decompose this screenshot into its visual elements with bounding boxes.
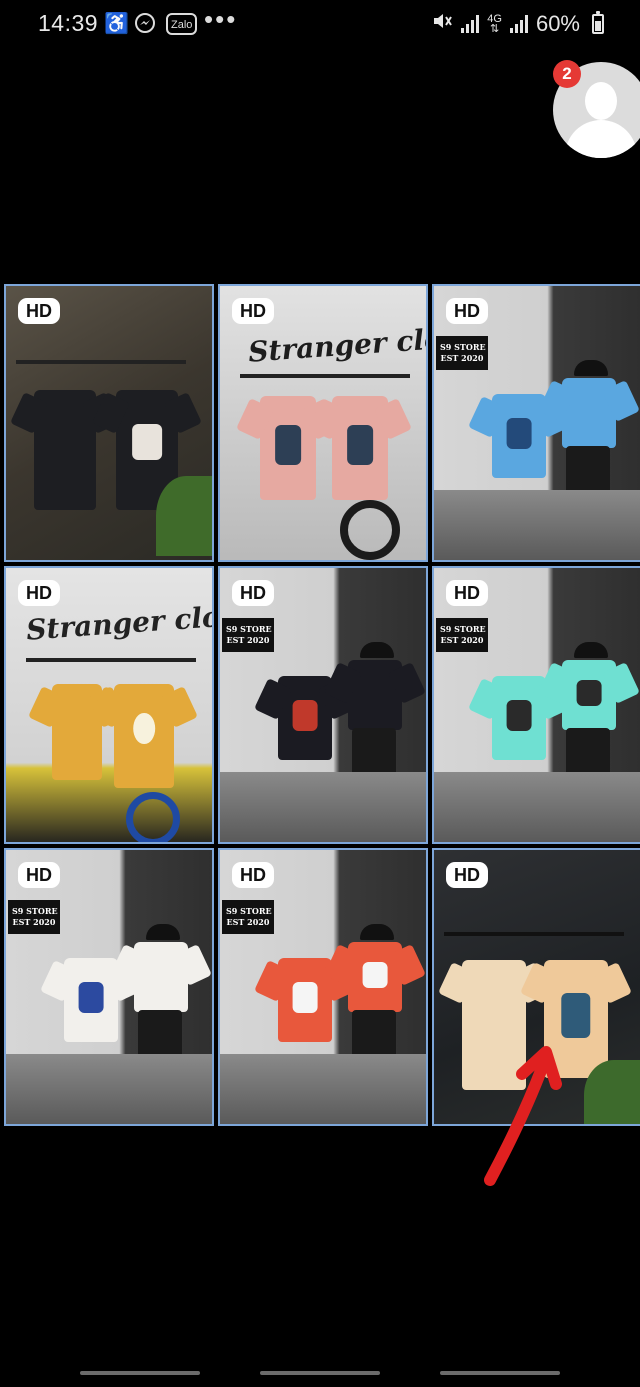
photo-thumbnail-1[interactable]: HD <box>4 284 214 562</box>
white-tshirt <box>64 958 118 1042</box>
network-type-icon: 4G ⇅ <box>487 13 502 35</box>
hd-badge: HD <box>446 298 488 324</box>
status-time: 14:39 <box>38 10 99 36</box>
plant <box>156 476 212 556</box>
photo-thumbnail-3[interactable]: S9 STORE EST 2020 HD <box>432 284 640 562</box>
store-sign: S9 STORE EST 2020 <box>436 618 488 652</box>
tire-prop <box>340 500 400 560</box>
cap <box>574 360 608 376</box>
system-status: 4G ⇅ 60% <box>431 10 604 38</box>
photo-thumbnail-2[interactable]: Stranger clothing HD <box>218 284 428 562</box>
print <box>362 961 388 989</box>
floor <box>434 772 640 842</box>
floor <box>220 772 426 842</box>
blue-tshirt <box>562 378 616 448</box>
photo-thumbnail-6[interactable]: S9 STORE EST 2020 HD <box>432 566 640 844</box>
red-tshirt <box>278 958 332 1042</box>
avatar-placeholder-head <box>585 82 617 120</box>
photo-thumbnail-8[interactable]: S9 STORE EST 2020 HD <box>218 848 428 1126</box>
cap <box>360 924 394 940</box>
clothing-rack <box>444 932 624 936</box>
print <box>347 425 373 465</box>
pink-tshirt <box>260 396 316 500</box>
hd-badge: HD <box>446 580 488 606</box>
mint-tshirt <box>492 676 546 760</box>
floor <box>434 490 640 560</box>
mustard-tshirt-daisy <box>114 684 174 788</box>
black-shirt <box>348 660 402 730</box>
hd-badge: HD <box>232 862 274 888</box>
blue-tshirt <box>492 394 546 478</box>
print <box>506 417 532 450</box>
messenger-icon <box>134 12 156 40</box>
white-tshirt <box>134 942 188 1012</box>
red-arrow-annotation <box>484 1046 562 1186</box>
clothing-rack <box>16 360 186 364</box>
avatar-placeholder-body <box>565 120 637 158</box>
print <box>561 993 591 1038</box>
black-tshirt <box>278 676 332 760</box>
clothing-rack <box>240 374 410 378</box>
nav-recents[interactable] <box>80 1371 200 1375</box>
status-bar: 14:39 ♿ Zalo ••• 4G ⇅ 60% <box>0 0 640 52</box>
print <box>292 981 318 1014</box>
mustard-tshirt <box>52 684 102 780</box>
red-tshirt <box>348 942 402 1012</box>
plant <box>584 1060 640 1124</box>
signal-icon <box>461 15 480 33</box>
cap <box>360 642 394 658</box>
photo-thumbnail-5[interactable]: S9 STORE EST 2020 HD <box>218 566 428 844</box>
photo-thumbnail-4[interactable]: Stranger clothing HD <box>4 566 214 844</box>
hd-badge: HD <box>18 298 60 324</box>
photo-grid: HD Stranger clothing HD S9 STORE EST 202… <box>4 284 640 1128</box>
floor <box>6 1054 212 1124</box>
nav-back[interactable] <box>440 1371 560 1375</box>
hd-badge: HD <box>232 298 274 324</box>
zalo-icon: Zalo <box>166 13 198 35</box>
nav-home[interactable] <box>260 1371 380 1375</box>
store-sign: S9 STORE EST 2020 <box>222 618 274 652</box>
black-tshirt <box>34 390 96 510</box>
rope-prop <box>126 792 180 842</box>
more-notifications-icon: ••• <box>204 4 238 34</box>
floor <box>220 1054 426 1124</box>
hd-badge: HD <box>18 580 60 606</box>
print <box>78 981 104 1014</box>
print <box>275 425 301 465</box>
print <box>576 679 602 707</box>
daisy-print <box>133 713 155 745</box>
clothing-rack <box>26 658 196 662</box>
cap <box>574 642 608 658</box>
hd-badge: HD <box>18 862 60 888</box>
photo-thumbnail-7[interactable]: S9 STORE EST 2020 HD <box>4 848 214 1126</box>
cap <box>146 924 180 940</box>
signal-icon-2 <box>509 15 528 33</box>
store-sign: S9 STORE EST 2020 <box>8 900 60 934</box>
hd-badge: HD <box>446 862 488 888</box>
mute-icon <box>431 10 453 38</box>
store-sign: S9 STORE EST 2020 <box>436 336 488 370</box>
hd-badge: HD <box>232 580 274 606</box>
accessibility-icon: ♿ <box>104 13 129 35</box>
battery-percent: 60% <box>535 11 580 36</box>
print <box>506 699 532 732</box>
print <box>292 699 318 732</box>
battery-icon <box>592 11 604 34</box>
pink-tshirt <box>332 396 388 500</box>
system-navigation-bar <box>0 1358 640 1387</box>
panda-print <box>132 423 162 460</box>
store-sign: S9 STORE EST 2020 <box>222 900 274 934</box>
mint-tshirt <box>562 660 616 730</box>
unread-badge: 2 <box>553 60 581 88</box>
